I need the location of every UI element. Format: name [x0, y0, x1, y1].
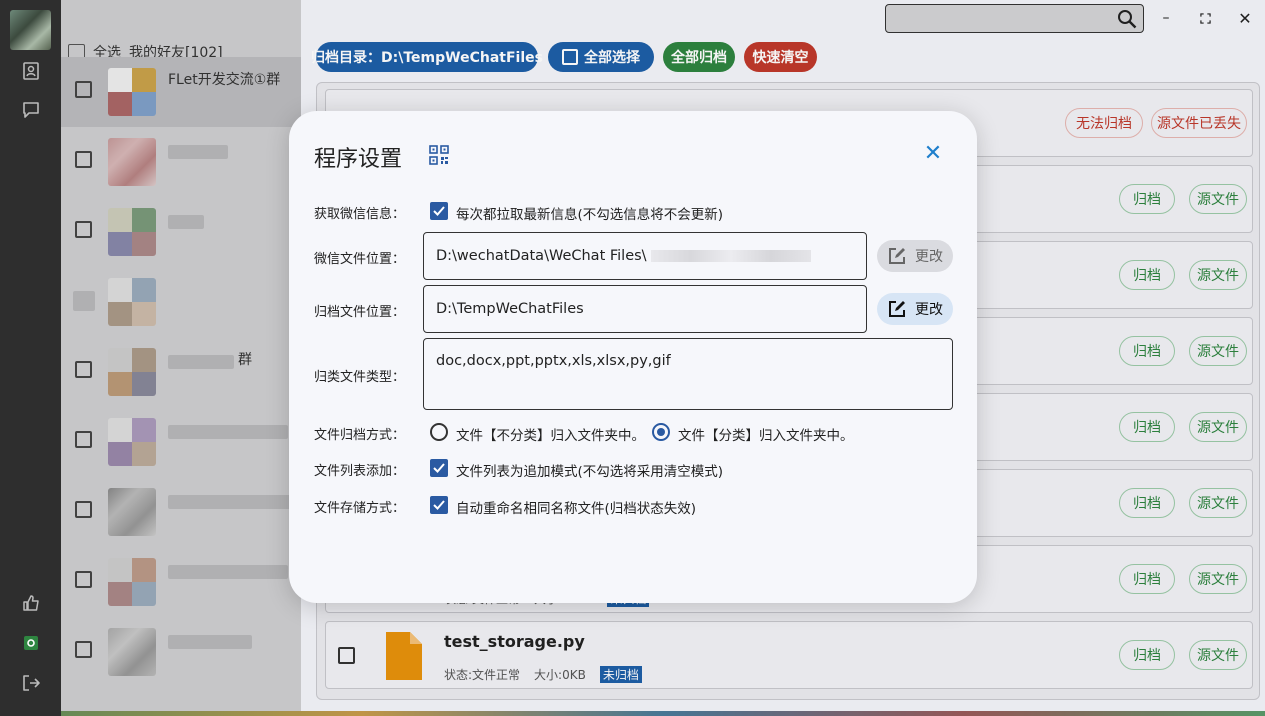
list-mode-checkbox[interactable] — [430, 459, 448, 477]
list-mode-option: 文件列表为追加模式(不勾选将采用清空模式) — [456, 464, 724, 480]
change-label: 更改 — [915, 302, 943, 318]
change-wechat-dir-button[interactable]: 更改 — [877, 240, 953, 272]
archive-mode-label: 文件归档方式： — [314, 428, 406, 443]
app-rail — [0, 0, 61, 716]
file-types-label: 归类文件类型： — [314, 370, 406, 385]
list-mode-label: 文件列表添加： — [314, 464, 406, 479]
mode-flat-option: 文件【不分类】归入文件夹中。 — [456, 428, 645, 444]
file-types-value: doc,docx,ppt,pptx,xls,xlsx,py,gif — [436, 353, 671, 369]
storage-mode-checkbox[interactable] — [430, 496, 448, 514]
mode-classified-option: 文件【分类】归入文件夹中。 — [678, 428, 854, 444]
redacted-path — [650, 250, 811, 262]
archive-dir-field[interactable]: D:\TempWeChatFiles — [423, 285, 867, 333]
user-avatar[interactable] — [10, 10, 51, 50]
file-types-field[interactable]: doc,docx,ppt,pptx,xls,xlsx,py,gif — [423, 338, 953, 410]
settings-dialog: 程序设置 ✕ 获取微信信息： 每次都拉取最新信息(不勾选信息将不会更新) 微信文… — [289, 111, 977, 603]
mode-classified-radio[interactable] — [652, 423, 670, 441]
like-icon[interactable] — [18, 590, 44, 616]
fetch-info-option: 每次都拉取最新信息(不勾选信息将不会更新) — [456, 207, 724, 223]
wechat-dir-field[interactable]: D:\wechatData\WeChat Files\ — [423, 232, 867, 280]
change-label: 更改 — [915, 249, 943, 265]
edit-icon — [889, 301, 905, 317]
chat-icon[interactable] — [18, 97, 44, 123]
qr-code-icon[interactable] — [429, 145, 449, 165]
storage-mode-option: 自动重命名相同名称文件(归档状态失效) — [456, 501, 697, 517]
edit-icon — [889, 248, 905, 264]
wechat-dir-value: D:\wechatData\WeChat Files\ — [436, 248, 647, 264]
archive-dir-label: 归档文件位置： — [314, 305, 406, 320]
settings-icon[interactable] — [18, 630, 44, 656]
mode-flat-radio[interactable] — [430, 423, 448, 441]
archive-dir-value: D:\TempWeChatFiles — [436, 301, 584, 317]
fetch-info-label: 获取微信信息： — [314, 207, 406, 222]
close-dialog-icon[interactable]: ✕ — [923, 143, 943, 165]
contacts-icon[interactable] — [18, 58, 44, 84]
wechat-dir-label: 微信文件位置： — [314, 252, 406, 267]
dialog-title: 程序设置 — [314, 147, 403, 172]
fetch-info-checkbox[interactable] — [430, 202, 448, 220]
change-archive-dir-button[interactable]: 更改 — [877, 293, 953, 325]
logout-icon[interactable] — [18, 670, 44, 696]
storage-mode-label: 文件存储方式： — [314, 501, 406, 516]
